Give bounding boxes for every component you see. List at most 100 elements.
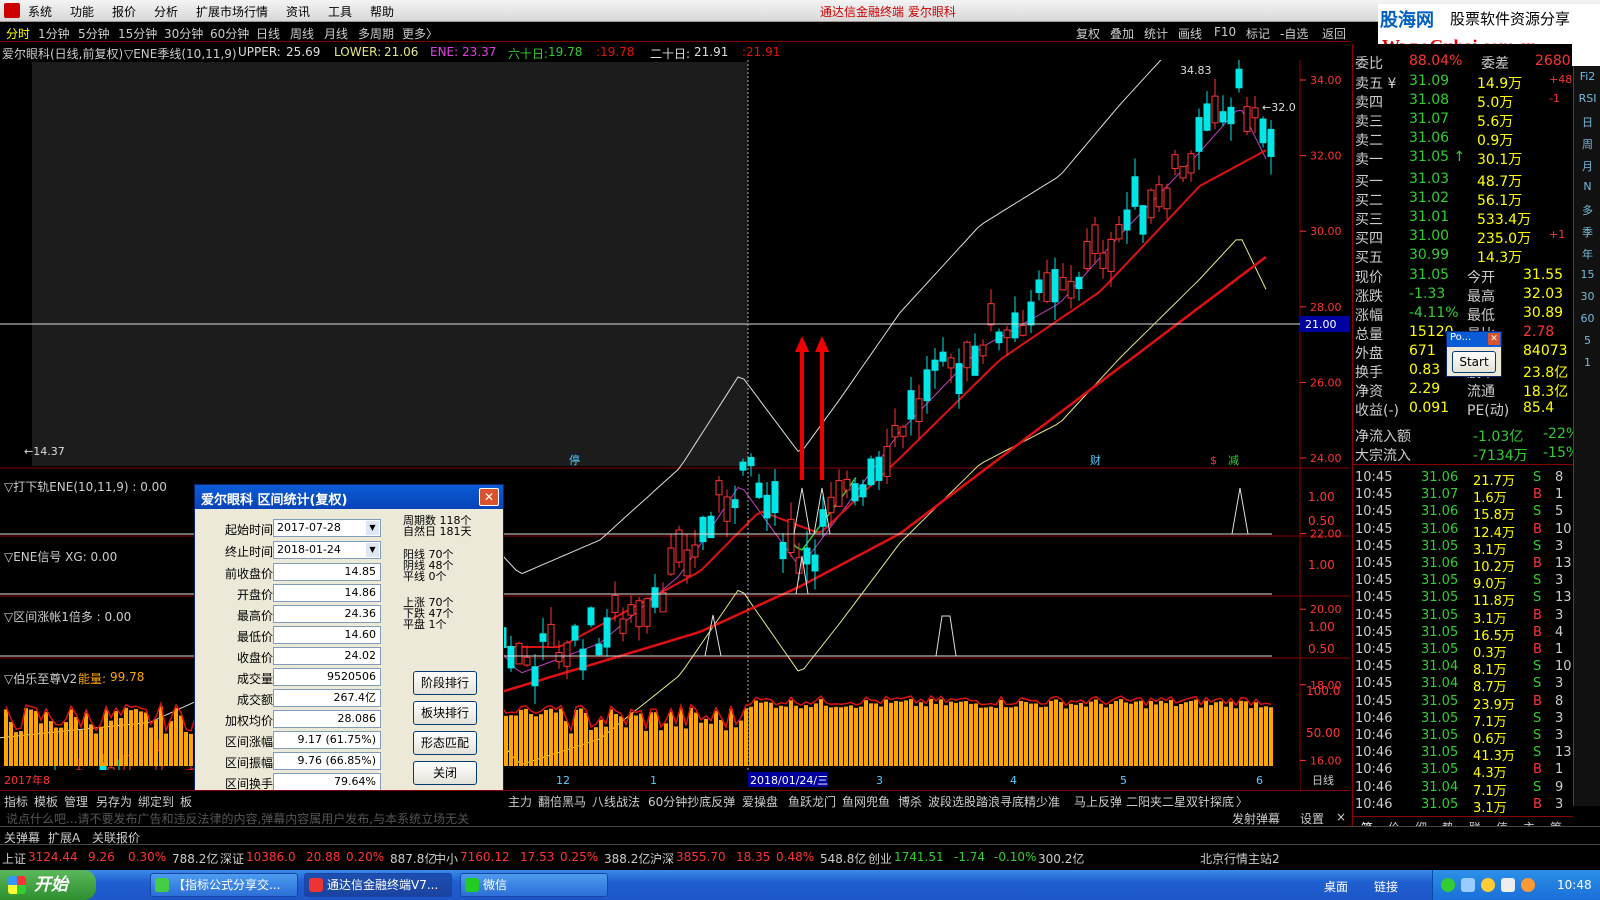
toolbar-f10[interactable]: F10 — [1214, 25, 1236, 39]
menu-item-quote[interactable]: 报价 — [112, 3, 136, 20]
menu-item-analysis[interactable]: 分析 — [154, 3, 178, 20]
period-tab-15min[interactable]: 15分钟 — [118, 25, 157, 42]
task-wechat[interactable]: 微信 — [460, 873, 608, 897]
energy-bar — [1034, 703, 1038, 766]
period-tab-5min[interactable]: 5分钟 — [78, 25, 110, 42]
period-tab-week[interactable]: 周线 — [290, 25, 314, 42]
start-button[interactable]: 开始 — [0, 870, 96, 900]
pattern-match-button[interactable]: 形态匹配 — [413, 731, 477, 755]
side-icon[interactable]: 日 — [1577, 114, 1598, 133]
tray-update-icon[interactable] — [1521, 878, 1535, 892]
period-tab-60min[interactable]: 60分钟 — [210, 25, 249, 42]
tick-side: B — [1533, 642, 1542, 657]
menu-item-news[interactable]: 资讯 — [286, 3, 310, 20]
side-icon[interactable]: 多 — [1577, 202, 1598, 221]
netflow-row: 净流入额 -1.03亿 -22% — [1353, 425, 1579, 445]
tray-security-icon[interactable] — [1481, 878, 1495, 892]
ask-row[interactable]: 卖五 ¥ 31.09 14.9万 +48 — [1353, 72, 1573, 92]
side-icon[interactable]: 5 — [1577, 334, 1598, 353]
dialog-row-value[interactable]: 14.85 — [273, 563, 381, 581]
task-formula-share[interactable]: 【指标公式分享交... — [150, 873, 298, 897]
candle — [899, 424, 907, 449]
toolbar-desktop[interactable]: 桌面 — [1324, 878, 1348, 895]
bid-row[interactable]: 买三 31.01 533.4万 — [1353, 208, 1573, 228]
subpanel3-label[interactable]: ▽区间涨帐1倍多 : 0.00 — [4, 608, 131, 625]
toolbar-watchlist[interactable]: -自选 — [1280, 25, 1308, 42]
dialog-titlebar[interactable]: 爱尔眼科 区间统计(复权) ✕ — [195, 485, 503, 509]
side-icon[interactable]: RSI — [1577, 92, 1598, 111]
toolbar-back[interactable]: 返回 — [1322, 25, 1346, 42]
side-icon[interactable]: 1 — [1577, 356, 1598, 375]
toolbar-links[interactable]: 链接 — [1374, 878, 1398, 895]
dialog-row-value[interactable]: 24.02 — [273, 647, 381, 665]
dialog-row-value[interactable]: 79.64% — [273, 773, 381, 791]
side-icon[interactable]: 15 — [1577, 268, 1598, 287]
dialog-row-value[interactable]: 14.86 — [273, 584, 381, 602]
period-tab-timeshare[interactable]: 分时 — [6, 25, 30, 42]
side-icon[interactable]: 60 — [1577, 312, 1598, 331]
toolbar-restore-rights[interactable]: 复权 — [1076, 25, 1100, 42]
popup-start-button[interactable]: Start — [1452, 351, 1496, 373]
ask-row[interactable]: 卖一 31.05 ↑ 30.1万 — [1353, 148, 1573, 168]
dialog-row-value[interactable]: 9520506 — [273, 668, 381, 686]
end-time-select[interactable]: 2018-01-24 ▼ — [273, 541, 381, 559]
start-time-select[interactable]: 2017-07-28 ▼ — [273, 519, 381, 537]
stage-rank-button[interactable]: 阶段排行 — [413, 671, 477, 695]
bid-row[interactable]: 买五 30.99 14.3万 — [1353, 246, 1573, 266]
sector-rank-button[interactable]: 板块排行 — [413, 701, 477, 725]
menu-item-ext-market[interactable]: 扩展市场行情 — [196, 3, 268, 20]
side-icon[interactable]: 30 — [1577, 290, 1598, 309]
subpanel4-label[interactable]: ▽伯乐至尊V2 — [4, 670, 77, 687]
energy-bar — [34, 710, 38, 766]
toolbar-draw[interactable]: 画线 — [1178, 25, 1202, 42]
menu-item-help[interactable]: 帮助 — [370, 3, 394, 20]
toolbar-mark[interactable]: 标记 — [1246, 25, 1270, 42]
energy-bar — [1134, 701, 1138, 766]
danmaku-send-button[interactable]: 发射弹幕 — [1232, 810, 1280, 827]
period-tab-day[interactable]: 日线 — [256, 25, 280, 42]
period-tab-30min[interactable]: 30分钟 — [164, 25, 203, 42]
dialog-row-value[interactable]: 9.17 (61.75%) — [273, 731, 381, 749]
toolbar-overlay[interactable]: 叠加 — [1110, 25, 1134, 42]
popup-close-icon[interactable]: ✕ — [1488, 333, 1500, 345]
tray-volume-icon[interactable] — [1501, 878, 1515, 892]
period-tab-month[interactable]: 月线 — [324, 25, 348, 42]
dialog-row-value[interactable]: 28.086 — [273, 710, 381, 728]
ask-row[interactable]: 卖三 31.07 5.6万 — [1353, 110, 1573, 130]
tray-network-icon[interactable] — [1441, 878, 1455, 892]
menu-item-tools[interactable]: 工具 — [328, 3, 352, 20]
ask-row[interactable]: 卖二 31.06 0.9万 — [1353, 129, 1573, 149]
server-name[interactable]: 北京行情主站2 — [1200, 850, 1280, 867]
side-icon[interactable]: N — [1577, 180, 1598, 199]
dialog-row-value[interactable]: 24.36 — [273, 605, 381, 623]
close-button[interactable]: 关闭 — [413, 761, 477, 785]
side-icon[interactable]: 月 — [1577, 158, 1598, 177]
bid-row[interactable]: 买一 31.03 48.7万 — [1353, 170, 1573, 190]
dialog-row-value[interactable]: 9.76 (66.85%) — [273, 752, 381, 770]
danmaku-settings-button[interactable]: 设置 — [1300, 810, 1324, 827]
dialog-close-icon[interactable]: ✕ — [479, 488, 499, 506]
danmaku-close-icon[interactable]: × — [1336, 810, 1346, 824]
ask-row[interactable]: 卖四 31.08 5.0万 -1 — [1353, 91, 1573, 111]
subpanel1-label[interactable]: ▽打下轨ENE(10,11,9) : 0.00 — [4, 478, 167, 495]
side-icon[interactable]: 周 — [1577, 136, 1598, 155]
task-tdx-terminal[interactable]: 通达信金融终端V7... — [304, 873, 452, 897]
subpanel2-label[interactable]: ▽ENE信号 XG: 0.00 — [4, 548, 117, 565]
side-icon[interactable]: 年 — [1577, 246, 1598, 265]
side-icon[interactable]: Fi2 — [1577, 70, 1598, 89]
menu-item-function[interactable]: 功能 — [70, 3, 94, 20]
danmaku-input[interactable]: 说点什么吧...请不要发布广告和违反法律的内容,弹幕内容属用户发布,与本系统立场… — [6, 810, 469, 827]
legend-ma20-value-b: :21.91 — [742, 45, 781, 59]
period-tab-more[interactable]: 更多〉 — [402, 25, 438, 42]
side-icon[interactable]: 季 — [1577, 224, 1598, 243]
bid-row[interactable]: 买四 31.00 235.0万 +1 — [1353, 227, 1573, 247]
dialog-row-value[interactable]: 14.60 — [273, 626, 381, 644]
period-tab-1min[interactable]: 1分钟 — [38, 25, 70, 42]
dialog-row-value[interactable]: 267.4亿 — [273, 689, 381, 707]
clock[interactable]: 10:48 — [1557, 878, 1592, 892]
period-tab-multi[interactable]: 多周期 — [358, 25, 394, 42]
menu-item-system[interactable]: 系统 — [28, 3, 52, 20]
toolbar-stats[interactable]: 统计 — [1144, 25, 1168, 42]
tray-im-icon[interactable] — [1461, 878, 1475, 892]
bid-row[interactable]: 买二 31.02 56.1万 — [1353, 189, 1573, 209]
